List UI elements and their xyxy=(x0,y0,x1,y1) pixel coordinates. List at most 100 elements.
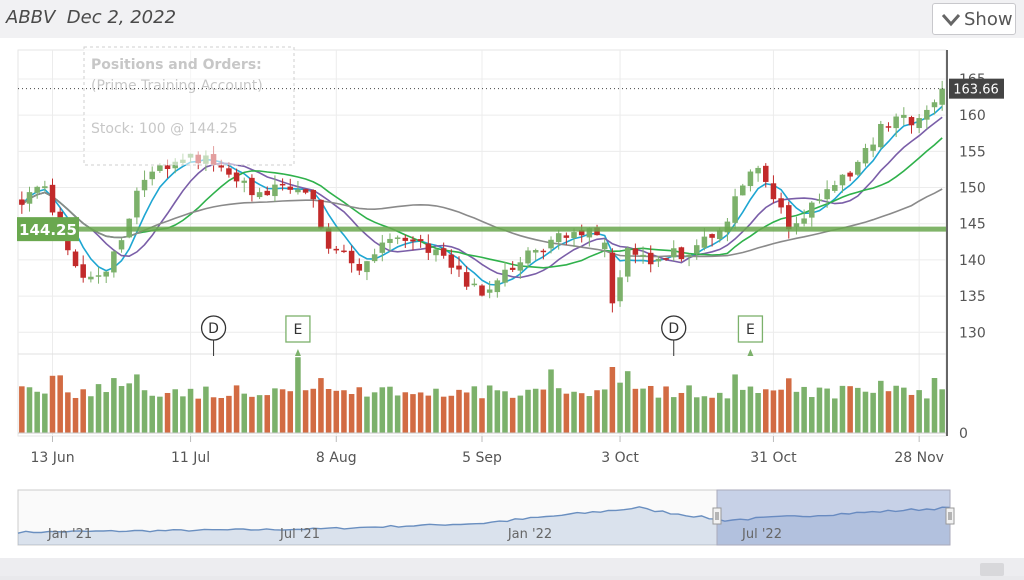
volume-bar xyxy=(655,397,662,433)
volume-bar xyxy=(931,378,938,433)
volume-bar xyxy=(456,389,462,433)
volume-bar xyxy=(103,392,109,433)
volume-bar xyxy=(80,389,86,433)
chart-title: ABBV Dec 2, 2022 xyxy=(6,7,176,28)
candle-body xyxy=(272,184,278,197)
candle-body xyxy=(540,250,547,253)
x-tick-label: 28 Nov xyxy=(894,450,944,466)
volume-bar xyxy=(509,397,516,433)
volume-bar xyxy=(279,389,286,433)
positions-account: (Prime Training Account) xyxy=(91,78,263,94)
x-tick-label: 11 Jul xyxy=(171,450,210,466)
candle-body xyxy=(640,254,646,257)
volume-bar xyxy=(341,390,347,433)
volume-bar xyxy=(264,395,271,433)
candle-body xyxy=(141,179,148,191)
candle-body xyxy=(532,250,539,253)
candle-body xyxy=(678,247,685,260)
volume-bar xyxy=(65,392,71,433)
candle-body xyxy=(118,240,125,250)
navigator-handle xyxy=(945,507,955,525)
volume-bar xyxy=(502,391,508,433)
candle-body xyxy=(716,230,723,240)
volume-bar xyxy=(42,393,48,433)
volume-bar xyxy=(256,395,263,433)
volume-bar xyxy=(686,385,692,433)
candle-body xyxy=(509,267,516,270)
candle-body xyxy=(870,144,876,151)
y-tick-label: 160 xyxy=(959,108,986,124)
candle-body xyxy=(548,239,554,249)
candle-body xyxy=(893,116,899,129)
candle-body xyxy=(463,272,470,287)
volume-bar xyxy=(709,397,715,433)
volume-bar xyxy=(448,395,455,433)
candle-body xyxy=(571,232,577,239)
navigator[interactable]: Jan '21 Jul '21 Jan '22 Jul '22 xyxy=(17,489,955,546)
volume-bar xyxy=(525,389,531,433)
positions-title: Positions and Orders: xyxy=(91,57,262,73)
volume-bar xyxy=(218,397,225,433)
candle-body xyxy=(425,243,432,253)
volume-bar xyxy=(793,391,800,433)
show-button[interactable]: Show xyxy=(932,3,1016,35)
volume-bar xyxy=(809,397,815,433)
candle-body xyxy=(601,242,608,250)
candle-body xyxy=(103,271,109,277)
candle-body xyxy=(939,88,945,105)
y-axis-ticks: 130135140145150155160165 xyxy=(959,72,986,341)
candle-body xyxy=(318,199,324,229)
candle-body xyxy=(88,276,94,280)
earnings-marker-label: E xyxy=(746,322,755,338)
volume-bar xyxy=(149,395,155,433)
candle-body xyxy=(670,248,677,258)
volume-bar xyxy=(678,392,685,433)
candle-body xyxy=(264,190,271,196)
candle-body xyxy=(793,223,800,227)
volume-bar xyxy=(594,390,600,433)
candle-body xyxy=(26,192,33,204)
candle-body xyxy=(816,199,823,201)
candle-body xyxy=(371,254,378,262)
positions-overlay: Positions and Orders: (Prime Training Ac… xyxy=(83,46,295,166)
candle-body xyxy=(310,190,317,200)
candle-body xyxy=(693,245,700,254)
volume-bar xyxy=(394,395,401,433)
volume-bar xyxy=(601,389,608,433)
x-tick-label: 13 Jun xyxy=(30,450,74,466)
candle-body xyxy=(855,161,861,175)
y-tick-label: 130 xyxy=(959,325,986,341)
volume-bar xyxy=(555,388,562,433)
candle-body xyxy=(287,186,294,190)
volume-bar xyxy=(417,392,424,433)
volume-bar xyxy=(586,396,593,433)
navigator-label: Jul '21 xyxy=(279,527,320,542)
volume-bar xyxy=(172,389,178,433)
volume-bar xyxy=(893,385,899,433)
candle-body xyxy=(241,180,248,183)
candle-body xyxy=(249,177,255,196)
x-tick-label: 8 Aug xyxy=(316,450,357,466)
volume-bar xyxy=(241,393,248,433)
candle-body xyxy=(111,251,117,273)
volume-bar xyxy=(49,375,56,433)
volume-bar xyxy=(111,378,117,433)
volume-bar xyxy=(226,395,232,433)
candle-body xyxy=(908,117,915,126)
candle-body xyxy=(42,186,48,189)
volume-bar xyxy=(770,390,777,433)
y-tick-label: 135 xyxy=(959,289,986,305)
candle-body xyxy=(49,184,56,213)
volume-bar xyxy=(287,391,294,433)
volume-bar xyxy=(786,378,792,433)
volume-bar xyxy=(578,393,585,433)
candle-body xyxy=(739,185,746,196)
y-tick-label: 150 xyxy=(959,181,986,197)
volume-bar xyxy=(839,385,846,433)
candle-body xyxy=(448,254,455,268)
volume-bar xyxy=(318,378,324,433)
candle-body xyxy=(517,262,524,271)
stock-chart[interactable]: 130135140145150155160165 0 13 Jun11 Jul8… xyxy=(0,38,1024,576)
x-tick-label: 3 Oct xyxy=(601,450,639,466)
candle-body xyxy=(410,239,416,242)
